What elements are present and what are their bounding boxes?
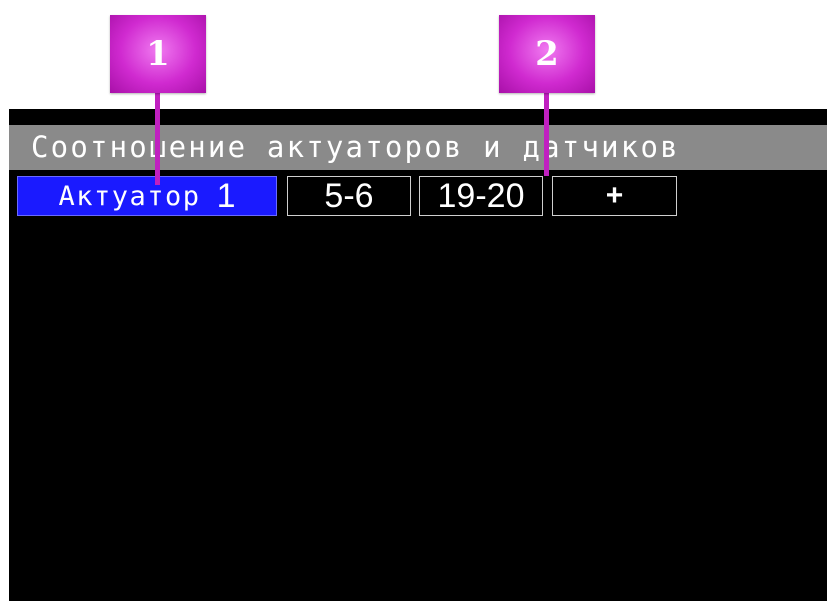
actuator-selector[interactable]: Актуатор 1 (17, 176, 277, 216)
actuator-number: 1 (216, 176, 236, 215)
display-screen: Соотношение актуаторов и датчиков Актуат… (9, 109, 827, 601)
callout-line-1 (155, 93, 160, 185)
callout-line-2 (544, 93, 549, 176)
page-title: Соотношение актуаторов и датчиков (31, 130, 680, 164)
sensor-range-2[interactable]: 19-20 (419, 176, 543, 216)
callout-badge-1: 1 (110, 15, 206, 93)
add-sensor-range-button[interactable]: + (552, 176, 677, 216)
header-bar: Соотношение актуаторов и датчиков (9, 125, 827, 170)
callout-badge-2: 2 (499, 15, 595, 93)
actuator-label: Актуатор (58, 180, 201, 212)
sensor-range-1[interactable]: 5-6 (287, 176, 411, 216)
